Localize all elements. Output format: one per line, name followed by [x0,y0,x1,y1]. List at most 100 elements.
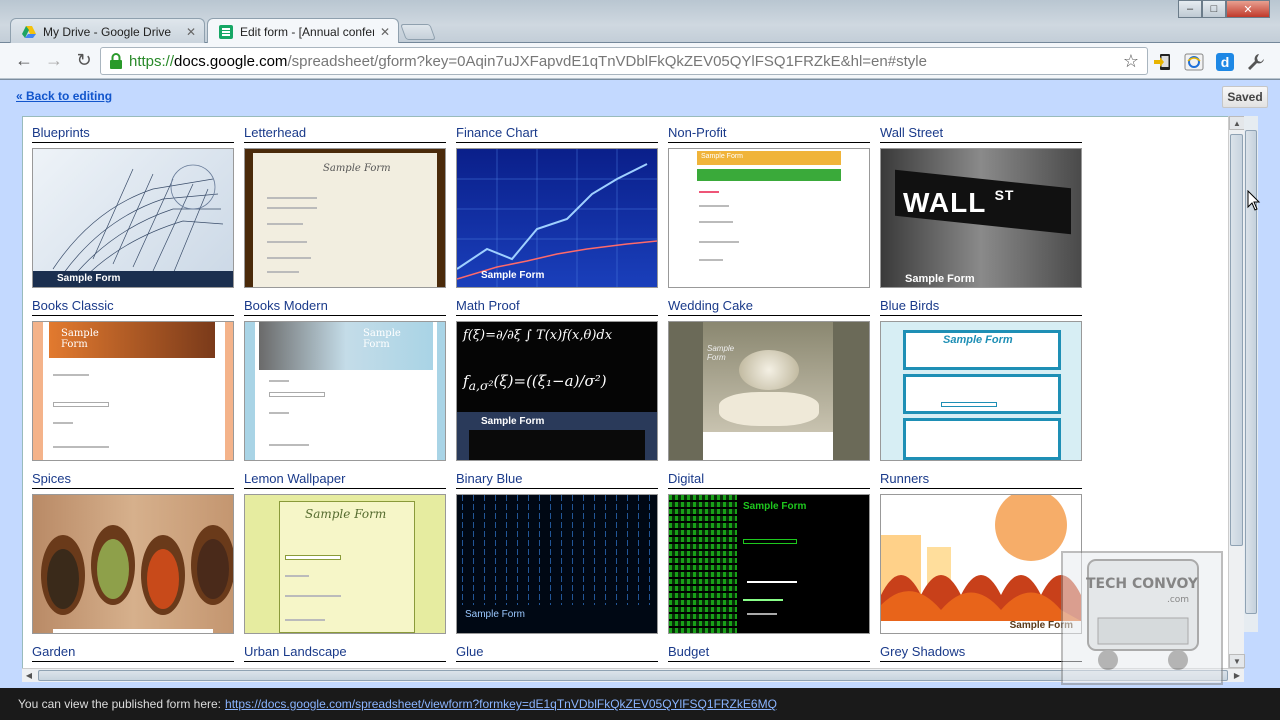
theme-name[interactable]: Blueprints [32,125,234,143]
extension-ie-icon[interactable] [1183,51,1205,73]
theme-books-modern[interactable]: Books Modern Sample Form [244,298,446,461]
theme-thumbnail[interactable]: f(ξ)=∂/∂ξ ∫ T(x)f(x,θ)dx fa,σ²(ξ)=((ξ₁−a… [456,321,658,461]
theme-name[interactable]: Non-Profit [668,125,870,143]
tab-edit-form[interactable]: Edit form - [Annual confer ✕ [207,18,399,44]
theme-runners[interactable]: Runners Sample Form [880,471,1082,634]
theme-name[interactable]: Books Modern [244,298,446,316]
theme-glue[interactable]: Glue [456,644,658,662]
theme-thumbnail[interactable]: Sample Form [32,148,234,288]
theme-thumbnail[interactable]: Sample Form [244,494,446,634]
scroll-right-icon[interactable]: ▶ [1230,669,1244,682]
theme-name[interactable]: Binary Blue [456,471,658,489]
theme-books-classic[interactable]: Books Classic Sample Form [32,298,234,461]
theme-grey-shadows[interactable]: Grey Shadows [880,644,1082,662]
theme-name[interactable]: Books Classic [32,298,234,316]
theme-binary-blue[interactable]: Binary Blue Sample Form [456,471,658,634]
theme-non-profit[interactable]: Non-Profit Sample Form [668,125,870,288]
bookmark-star-icon[interactable]: ☆ [1123,51,1139,72]
tab-title: My Drive - Google Drive [43,24,172,39]
extension-d-icon[interactable]: d [1214,51,1236,73]
tab-close-icon[interactable]: ✕ [186,25,196,39]
tab-strip: My Drive - Google Drive ✕ Edit form - [A… [0,0,1280,44]
theme-finance-chart[interactable]: Finance Chart Sample Form [456,125,658,288]
theme-name[interactable]: Garden [32,644,234,662]
sample-form-label: Sample Form [905,273,975,285]
sample-form-label: Sample Form [701,153,744,160]
theme-letterhead[interactable]: Letterhead Sample Form [244,125,446,288]
new-tab-button[interactable] [400,24,436,40]
theme-name[interactable]: Lemon Wallpaper [244,471,446,489]
tab-close-icon[interactable]: ✕ [380,25,390,39]
scrollbar-thumb[interactable] [38,670,1228,681]
google-drive-icon [22,25,36,38]
theme-urban-landscape[interactable]: Urban Landscape [244,644,446,662]
theme-name[interactable]: Glue [456,644,658,662]
minimize-icon[interactable]: – [1178,0,1202,18]
notice-text: You can view the published form here: [18,697,222,711]
theme-name[interactable]: Wall Street [880,125,1082,143]
theme-wall-street[interactable]: Wall Street WALL ST Sample Form [880,125,1082,288]
forward-arrow-icon[interactable]: → [40,47,68,75]
theme-thumbnail[interactable]: Sample Form [32,321,234,461]
scroll-down-icon[interactable]: ▼ [1229,654,1245,668]
theme-name[interactable]: Finance Chart [456,125,658,143]
sample-form-label: Sample Form [465,609,526,620]
sample-form-label: Sample Form [363,328,401,350]
close-window-icon[interactable]: ✕ [1226,0,1270,18]
sample-form-label: Sample Form [481,416,545,427]
mouse-cursor-icon [1247,190,1261,211]
theme-blueprints[interactable]: Blueprints Sample Form [32,125,234,288]
theme-thumbnail[interactable]: Sample Form [456,494,658,634]
theme-name[interactable]: Spices [32,471,234,489]
scrollbar-thumb[interactable] [1230,134,1243,546]
extension-phone-icon[interactable] [1152,51,1174,73]
theme-math-proof[interactable]: Math Proof f(ξ)=∂/∂ξ ∫ T(x)f(x,θ)dx fa,σ… [456,298,658,461]
theme-garden[interactable]: Garden [32,644,234,662]
theme-name[interactable]: Budget [668,644,870,662]
gallery-vertical-scrollbar[interactable]: ▲ ▼ [1228,116,1245,668]
theme-thumbnail[interactable]: Sample Form [668,321,870,461]
theme-budget[interactable]: Budget [668,644,870,662]
wall-st-sign: WALL ST [903,187,1015,218]
theme-name[interactable]: Digital [668,471,870,489]
scroll-left-icon[interactable]: ◀ [22,669,36,682]
back-arrow-icon[interactable]: ← [10,47,38,75]
theme-thumbnail[interactable]: Sample Form [880,494,1082,634]
tab-my-drive[interactable]: My Drive - Google Drive ✕ [10,18,205,44]
theme-thumbnail[interactable]: Sample Form [668,494,870,634]
theme-name[interactable]: Math Proof [456,298,658,316]
theme-thumbnail[interactable]: Sample Form [244,321,446,461]
published-form-link[interactable]: https://docs.google.com/spreadsheet/view… [225,697,777,711]
url-scheme: https:// [129,52,175,70]
theme-thumbnail[interactable]: Sample Form [880,321,1082,461]
maximize-icon[interactable]: □ [1202,0,1226,18]
theme-name[interactable]: Runners [880,471,1082,489]
back-to-editing-link[interactable]: « Back to editing [16,89,112,103]
scroll-up-icon[interactable]: ▲ [1229,116,1245,130]
theme-thumbnail[interactable]: Sample Form [668,148,870,288]
theme-name[interactable]: Letterhead [244,125,446,143]
tab-title: Edit form - [Annual confer [240,24,374,39]
theme-thumbnail[interactable]: Sample Form [244,148,446,288]
sample-form-label: Sample Form [61,328,99,350]
theme-thumbnail[interactable]: WALL ST Sample Form [880,148,1082,288]
theme-spices[interactable]: Spices [32,471,234,634]
theme-lemon-wallpaper[interactable]: Lemon Wallpaper Sample Form [244,471,446,634]
theme-thumbnail[interactable]: Sample Form [456,148,658,288]
theme-digital[interactable]: Digital Sample Form [668,471,870,634]
address-bar[interactable]: https:// docs.google.com /spreadsheet/gf… [100,47,1148,75]
wrench-icon[interactable] [1245,51,1267,73]
saved-button[interactable]: Saved [1222,86,1268,108]
theme-wedding-cake[interactable]: Wedding Cake Sample Form [668,298,870,461]
theme-name[interactable]: Wedding Cake [668,298,870,316]
theme-thumbnail[interactable] [32,494,234,634]
theme-name[interactable]: Blue Birds [880,298,1082,316]
reload-icon[interactable]: ↻ [70,47,98,75]
sample-form-label: Sample Form [305,507,387,521]
theme-name[interactable]: Urban Landscape [244,644,446,662]
sample-form-label: Sample Form [707,344,735,362]
theme-blue-birds[interactable]: Blue Birds Sample Form [880,298,1082,461]
tech-convoy-watermark-logo: TECH CONVOY .com [1061,551,1223,685]
sample-form-title: Sample Form [323,163,391,174]
theme-name[interactable]: Grey Shadows [880,644,1082,662]
